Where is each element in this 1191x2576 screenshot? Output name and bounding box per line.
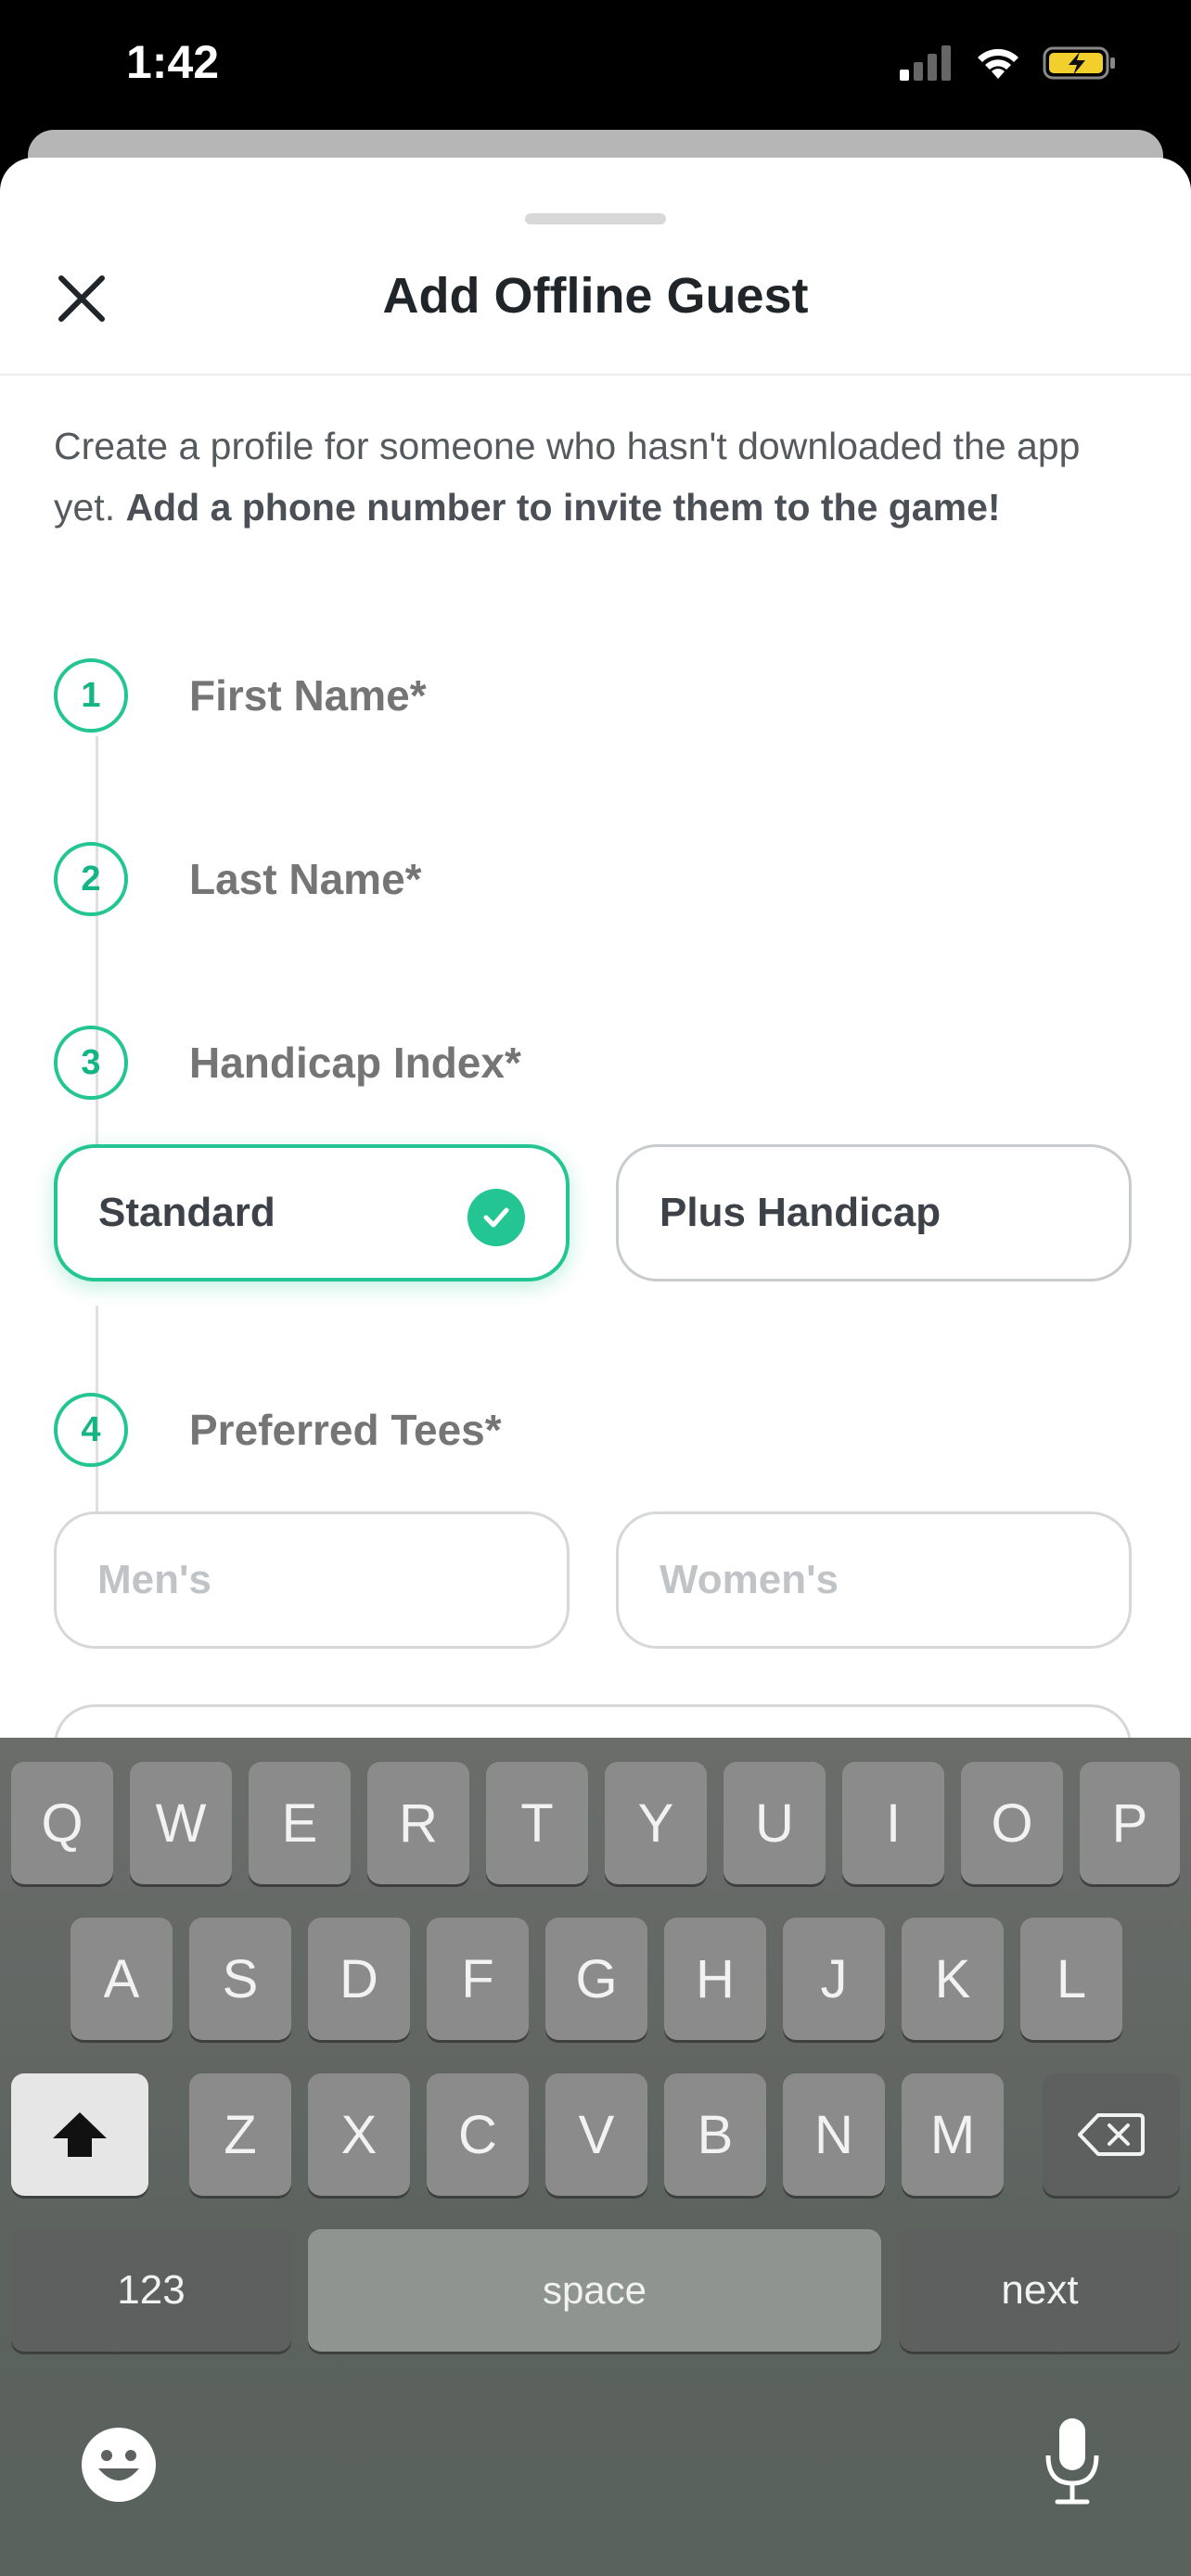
signal-icon [900,45,951,81]
key-y[interactable]: Y [605,1762,707,1884]
shift-key[interactable] [11,2073,148,2196]
preferred-tees-input[interactable] [189,1402,1117,1458]
status-bar: 1:42 [0,0,1191,130]
last-name-input[interactable] [189,851,1117,907]
checkmark-icon [467,1189,525,1246]
wifi-icon [978,48,1018,79]
option-label: Men's [97,1557,211,1602]
intro-bold: Add a phone number to invite them to the… [125,486,1001,529]
step-1-badge: 1 [54,658,128,733]
key-x[interactable]: X [308,2073,410,2196]
emoji-icon [82,2428,156,2502]
sheet-title: Add Offline Guest [382,268,809,324]
status-time: 1:42 [126,36,220,88]
sheet-grabber[interactable] [525,213,666,224]
key-k[interactable]: K [902,1918,1004,2040]
handicap-index-input[interactable] [189,1035,1117,1090]
key-f[interactable]: F [427,1918,529,2040]
handicap-standard-option[interactable]: Standard [54,1144,570,1282]
key-q[interactable]: Q [11,1762,113,1884]
next-key[interactable]: next [900,2229,1180,2352]
key-m[interactable]: M [902,2073,1004,2196]
tees-mens-option[interactable]: Men's [54,1511,570,1649]
header-divider [0,374,1191,376]
dictation-button[interactable] [1043,2415,1102,2507]
key-b[interactable]: B [664,2073,766,2196]
option-label: Plus Handicap [660,1190,941,1235]
step-2-badge: 2 [54,842,128,916]
backspace-key[interactable] [1043,2073,1180,2196]
key-e[interactable]: E [249,1762,351,1884]
key-h[interactable]: H [664,1918,766,2040]
microphone-icon [1045,2418,1099,2505]
option-label: Women's [660,1557,839,1602]
key-i[interactable]: I [842,1762,944,1884]
key-g[interactable]: G [545,1918,647,2040]
key-u[interactable]: U [724,1762,826,1884]
step-3-badge: 3 [54,1026,128,1100]
option-label: Standard [98,1190,275,1235]
key-l[interactable]: L [1020,1918,1122,2040]
backspace-icon [1078,2113,1145,2156]
key-a[interactable]: A [70,1918,173,2040]
step-4-badge: 4 [54,1393,128,1467]
handicap-plus-option[interactable]: Plus Handicap [616,1144,1132,1282]
key-c[interactable]: C [427,2073,529,2196]
key-p[interactable]: P [1080,1762,1180,1884]
space-key[interactable]: space [308,2229,881,2352]
key-d[interactable]: D [308,1918,410,2040]
key-o[interactable]: O [961,1762,1063,1884]
tees-womens-option[interactable]: Women's [616,1511,1132,1649]
key-j[interactable]: J [783,1918,885,2040]
key-t[interactable]: T [486,1762,588,1884]
key-v[interactable]: V [545,2073,647,2196]
key-n[interactable]: N [783,2073,885,2196]
shift-icon [53,2112,107,2157]
key-s[interactable]: S [189,1918,291,2040]
key-r[interactable]: R [367,1762,469,1884]
intro-text: Create a profile for someone who hasn't … [54,415,1139,538]
first-name-input[interactable] [189,668,1117,723]
key-z[interactable]: Z [189,2073,291,2196]
key-w[interactable]: W [130,1762,232,1884]
emoji-button[interactable] [78,2424,160,2506]
keyboard: Q W E R T Y U I O P A S D F G H J K L Z … [0,1738,1191,2576]
battery-charging-icon [1043,46,1115,80]
numbers-key[interactable]: 123 [11,2229,291,2352]
status-icons [900,45,1117,82]
